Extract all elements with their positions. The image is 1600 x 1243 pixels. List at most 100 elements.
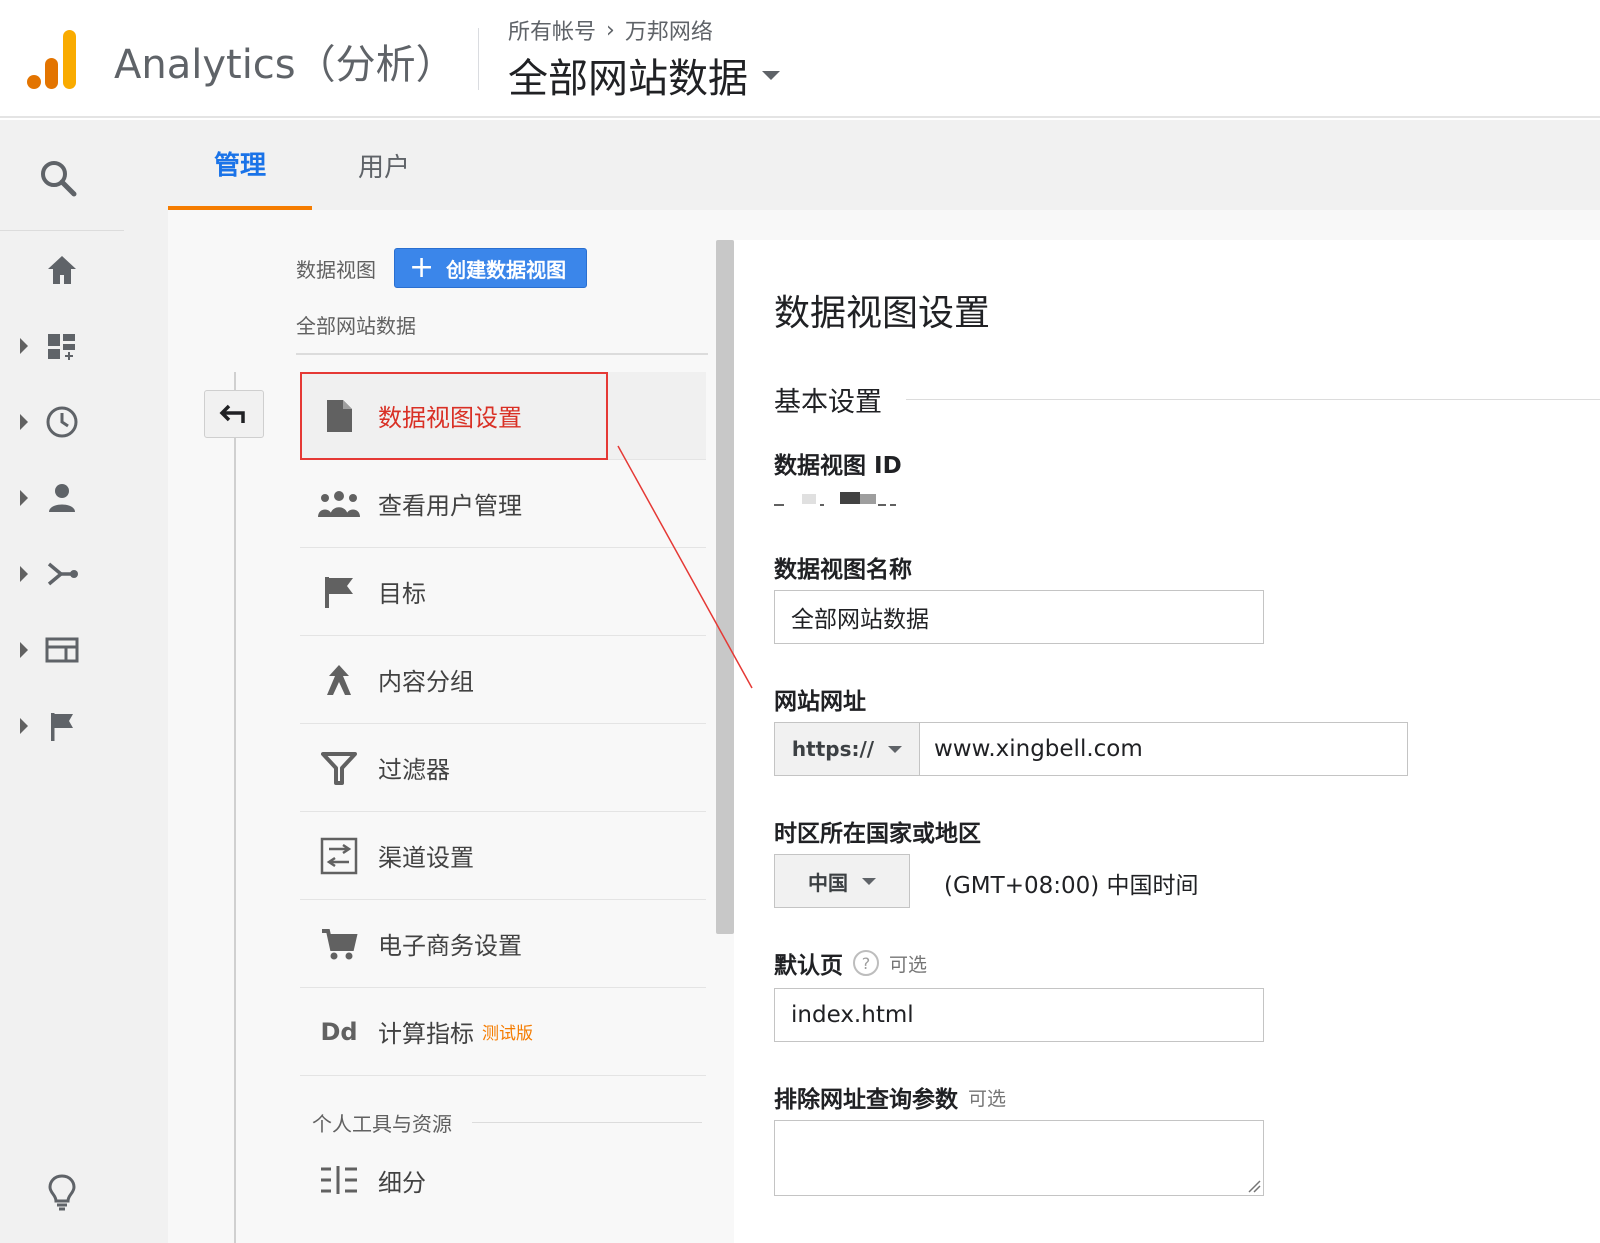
rail-customization[interactable] (0, 316, 124, 376)
page-title: 数据视图设置 (774, 293, 991, 334)
timezone-value[interactable]: (GMT+08:00) 中国时间 (944, 866, 1199, 900)
filter-icon (321, 751, 357, 785)
acquisition-icon (47, 562, 78, 586)
view-id-label: 数据视图 ID (774, 453, 902, 479)
nav-calculated-metrics[interactable]: Dd 计算指标 测试版 (300, 988, 706, 1076)
tab-user[interactable]: 用户 (312, 120, 456, 210)
rail-acquisition[interactable] (0, 544, 124, 604)
protocol-dropdown[interactable]: https:// (774, 722, 920, 776)
country-value: 中国 (808, 870, 848, 895)
back-arrow-icon (219, 404, 245, 423)
nav-channel-settings[interactable]: 渠道设置 (300, 812, 706, 900)
back-button[interactable] (204, 390, 264, 438)
protocol-value: https:// (791, 737, 875, 761)
expand-arrow-icon (20, 566, 28, 582)
person-icon (49, 484, 75, 512)
clock-icon (46, 406, 78, 438)
nav-filters[interactable]: 过滤器 (300, 724, 706, 812)
current-view-selector[interactable]: 全部网站数据 (296, 296, 708, 355)
exclude-params-label: 排除网址查询参数 (774, 1087, 958, 1113)
create-view-label: 创建数据视图 (446, 257, 567, 282)
nav-goals[interactable]: 目标 (300, 548, 706, 636)
create-view-button[interactable]: + 创建数据视图 (394, 248, 588, 288)
basic-settings-header: 基本设置 (774, 380, 1600, 419)
section-label: 个人工具与资源 (312, 1112, 452, 1136)
analytics-logo (27, 30, 76, 89)
search-icon[interactable] (36, 156, 80, 200)
caret-down-icon (888, 745, 903, 753)
nav-content-grouping[interactable]: 内容分组 (300, 636, 706, 724)
top-header: Analytics（分析） 所有帐号 › 万邦网络 全部网站数据 (0, 0, 1600, 118)
expand-arrow-icon (20, 642, 28, 658)
caret-down-icon (862, 877, 876, 885)
dd-icon: Dd (320, 1017, 358, 1046)
help-icon[interactable]: ? (853, 950, 879, 976)
expand-arrow-icon (20, 414, 28, 430)
nav-view-settings[interactable]: 数据视图设置 (300, 372, 706, 460)
breadcrumb-property[interactable]: 万邦网络 (625, 14, 713, 46)
nav-label: 细分 (378, 1168, 426, 1197)
rail-realtime[interactable] (0, 392, 124, 452)
view-settings-list: 数据视图设置 查看用户管理 目标 内容分组 过滤器 渠道设置 电子商务设置 Dd… (300, 372, 706, 1076)
optional-label: 可选 (968, 1087, 1007, 1110)
nav-label: 查看用户管理 (378, 492, 522, 520)
view-settings-panel: 数据视图设置 基本设置 数据视图 ID 数据视图名称 全部网站数据 网站网址 h… (734, 240, 1600, 1243)
lightbulb-icon[interactable] (44, 1172, 80, 1212)
nav-label: 数据视图设置 (378, 404, 522, 432)
channel-icon (320, 837, 358, 874)
document-icon (327, 399, 352, 432)
expand-arrow-icon (20, 338, 28, 354)
rail-home[interactable] (0, 240, 124, 300)
nav-segments[interactable]: 细分 (300, 1150, 426, 1210)
view-column: 数据视图 + 创建数据视图 全部网站数据 (296, 240, 708, 355)
caret-down-icon (762, 70, 780, 80)
behavior-icon (45, 637, 79, 663)
nav-label: 目标 (378, 580, 426, 608)
breadcrumb-separator: › (606, 17, 615, 43)
resize-grip-icon[interactable] (1247, 1179, 1261, 1193)
expand-arrow-icon (20, 490, 28, 506)
view-column-header: 数据视图 + 创建数据视图 (296, 240, 708, 296)
nav-label: 电子商务设置 (378, 932, 522, 960)
nav-user-management[interactable]: 查看用户管理 (300, 460, 706, 548)
nav-ecommerce-settings[interactable]: 电子商务设置 (300, 900, 706, 988)
section-rule (906, 399, 1600, 400)
cart-icon (322, 928, 358, 959)
exclude-params-label-row: 排除网址查询参数 可选 (774, 1080, 1006, 1114)
default-page-input[interactable]: index.html (774, 988, 1264, 1042)
optional-label: 可选 (889, 953, 928, 976)
tab-admin[interactable]: 管理 (168, 120, 312, 210)
home-icon (48, 256, 76, 284)
site-url-label: 网站网址 (774, 689, 866, 715)
tab-bar: 管理 用户 (168, 120, 1600, 210)
view-selector-label: 全部网站数据 (508, 56, 748, 102)
users-icon (318, 490, 360, 517)
rail-conversions[interactable] (0, 696, 124, 756)
nav-label: 过滤器 (378, 756, 450, 784)
beta-badge: 测试版 (482, 1024, 533, 1044)
nav-label: 渠道设置 (378, 844, 474, 872)
view-column-label: 数据视图 (296, 257, 376, 282)
site-url-input[interactable]: www.xingbell.com (920, 722, 1408, 776)
timezone-label: 时区所在国家或地区 (774, 821, 981, 847)
view-selector[interactable]: 全部网站数据 (508, 46, 780, 104)
left-rail (0, 120, 168, 1243)
view-name-input[interactable]: 全部网站数据 (774, 590, 1264, 644)
breadcrumb[interactable]: 所有帐号 › 万邦网络 (508, 14, 713, 46)
dashboard-icon (48, 334, 75, 360)
breadcrumb-account[interactable]: 所有帐号 (508, 14, 596, 46)
rail-audience[interactable] (0, 468, 124, 528)
column-connector (234, 372, 236, 1243)
column-scrollbar[interactable] (716, 240, 734, 934)
country-dropdown[interactable]: 中国 (774, 854, 910, 908)
flag-icon (51, 713, 73, 741)
personal-tools-header: 个人工具与资源 (312, 1108, 702, 1137)
exclude-params-textarea[interactable] (774, 1120, 1264, 1196)
rail-behavior[interactable] (0, 620, 124, 680)
view-name-label: 数据视图名称 (774, 557, 912, 583)
nav-label: 内容分组 (378, 668, 474, 696)
section-title: 基本设置 (774, 387, 882, 418)
view-id-redacted (774, 492, 896, 506)
expand-arrow-icon (20, 718, 28, 734)
segments-icon (321, 1166, 357, 1194)
